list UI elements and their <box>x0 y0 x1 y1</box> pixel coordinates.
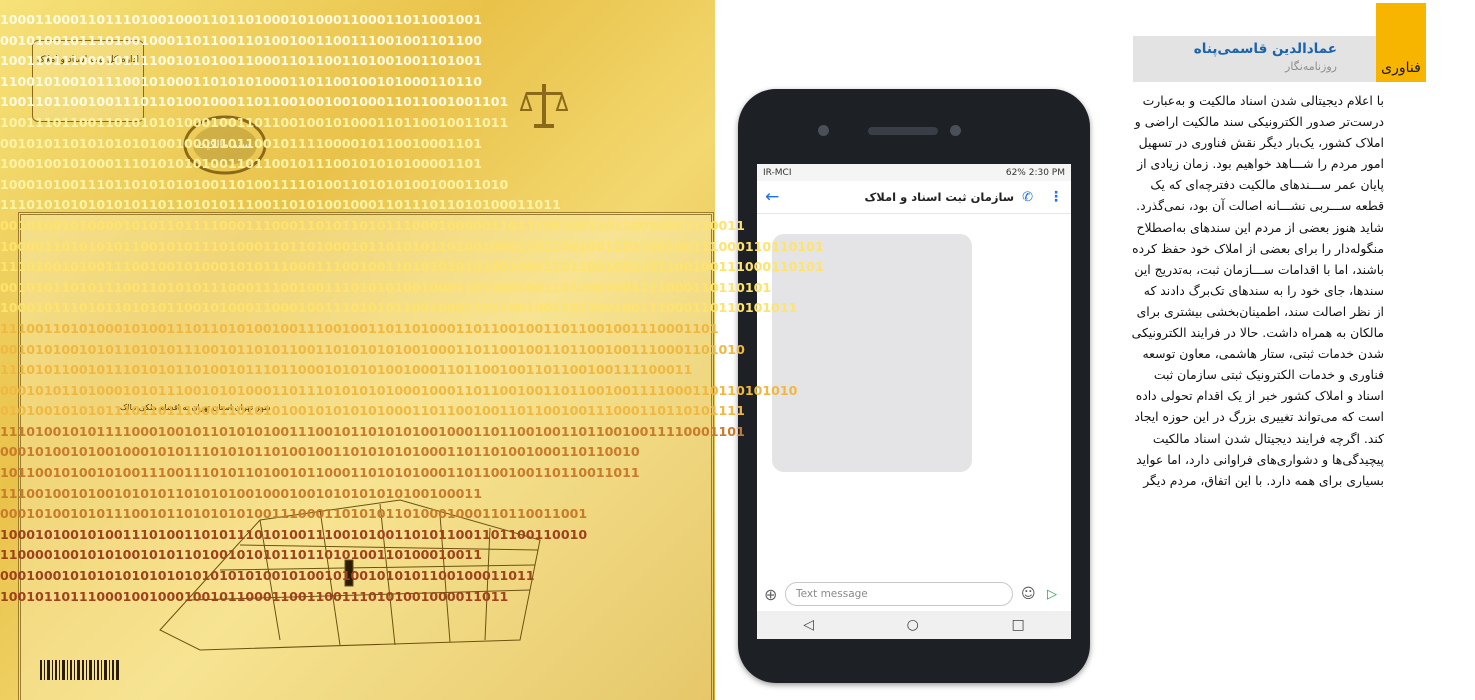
binary-row: 1001110110011010101010001001101100100101… <box>0 114 509 130</box>
binary-row: 1011001010010100111001110101101001011000… <box>0 465 640 481</box>
article-line: شاید هنوز بعضی از مردم این سندهای به‌اصط… <box>1136 219 1385 235</box>
binary-row: 1110011010100010100111011010100100111001… <box>0 320 719 336</box>
article-line: امور مردم را شـــاهد خواهیم بود. زمان زی… <box>1137 156 1384 172</box>
binary-row: 1000101001110110101010100110100111101001… <box>0 176 509 192</box>
section-tag: فناوری <box>1376 3 1426 82</box>
article-line: کند. اگرچه فرایند دیجیتال شدن اسناد مالک… <box>1152 430 1384 446</box>
article-line: پایان عمر ســـندهای مالکیت دفترچه‌ای که … <box>1150 177 1384 193</box>
send-icon[interactable]: ▷ <box>1047 587 1057 602</box>
article-line: مالکان به همراه داشت. حالا در فرایند الک… <box>1131 325 1384 341</box>
binary-row: 0001010010100100010101110101011010010011… <box>0 444 640 460</box>
article-line: سندها، جای خود را به سندهای تک‌برگ دادند… <box>1143 282 1384 298</box>
binary-row: 1000101110101101010110010100011000100111… <box>0 300 798 316</box>
author-name: عمادالدین قاسمی‌پناه <box>1193 41 1337 57</box>
author-role: روزنامه‌نگار <box>1285 60 1337 73</box>
binary-row: 0001010010101110010110101010100111000110… <box>0 506 588 522</box>
binary-row: 1001101110001011110010101001100011011001… <box>0 53 482 69</box>
binary-row: 0010100101110100100011011001101001001100… <box>0 32 482 48</box>
article-line: باشند، اما با اقدامات ســـازمان ثبت، به‌… <box>1134 261 1384 277</box>
article-body: با اعلام دیجیتالی شدن اسناد مالکیت و به‌… <box>1131 90 1385 491</box>
binary-row: 0010101101010101010010001101100101111000… <box>0 135 482 151</box>
back-nav-icon[interactable]: ◁ <box>803 617 814 633</box>
binary-row: 1001101100100111011010010001101100100100… <box>0 94 509 110</box>
binary-row: 1100101001011100101000110101010001101100… <box>0 73 482 89</box>
binary-code-overlay: 1000110001101110100100011011010001010001… <box>0 10 824 607</box>
status-indicators: 62% 2:30 PM <box>1005 167 1065 178</box>
more-options-icon[interactable]: ⋮ <box>1049 189 1063 205</box>
byline-box: فناوری عمادالدین قاسمی‌پناه روزنامه‌نگار <box>1133 3 1426 82</box>
article-line: است که می‌تواند تغییری بزرگ در این حوزه … <box>1134 409 1384 425</box>
binary-row: 1000101001010011101001101011101010011100… <box>0 526 588 542</box>
android-nav-bar: ◁ ○ □ <box>757 611 1071 639</box>
binary-row: 1100001001010100101011010010101011011010… <box>0 547 482 563</box>
article-line: درست‌تر صدور الکترونیکی سند مالکیت اراضی… <box>1134 114 1384 130</box>
binary-row: 0010100101000010101101111000111000110101… <box>0 217 745 233</box>
article-line: بسیاری برای همه دارد. با این اتفاق، مردم… <box>1143 472 1384 488</box>
article-line: با اعلام دیجیتالی شدن اسناد مالکیت و به‌… <box>1142 93 1384 108</box>
binary-row: 1110101010101010110110101011100110101001… <box>0 197 561 213</box>
binary-row: 0001000101010101010101010101010010100101… <box>0 568 535 584</box>
binary-row: 0101001010101110110111000110101010010101… <box>0 403 745 419</box>
emoji-icon[interactable]: ☺ <box>1021 586 1036 602</box>
earpiece-speaker <box>868 127 938 135</box>
binary-row: 1000100101000111010101010011011001011100… <box>0 156 482 172</box>
binary-row: 1000011010101011001010111010001101101000… <box>0 238 824 254</box>
binary-row: 1110100101011110001001011010101001110010… <box>0 423 745 439</box>
article-line: شدن خدمات ثبتی، ستار هاشمی، معاون توسعه <box>1142 346 1385 362</box>
article-line: قطعه ســـربی نشـــانه اصالت آن بود، نمی‌… <box>1136 198 1384 214</box>
article-line: اسناد و املاک کشور خبر از یک اقدام تحولی… <box>1135 388 1384 404</box>
binary-row: 1110010010100101010110101010010001001010… <box>0 485 482 501</box>
binary-row: 0010101101011100110101011100011100100111… <box>0 279 772 295</box>
binary-row: 0010101001010110101011100101101011001101… <box>0 341 745 357</box>
article-line: منگوله‌دار را برای بعضی از املاک خود حفظ… <box>1132 240 1384 256</box>
binary-row: 0001010110100010101110010101000110111010… <box>0 382 798 398</box>
binary-row: 1110100101001110010010100010101110001110… <box>0 259 824 275</box>
binary-row: 1110101100101110101011010010111011000101… <box>0 362 693 378</box>
article-line: فناوری و خدمات الکترونیک ثبتی سازمان ثبت <box>1153 367 1384 383</box>
binary-row: 1001011011100010010001001011000110011001… <box>0 588 509 604</box>
article-line: پیچیدگی‌ها و دشواری‌های فراوانی دارد، ام… <box>1136 451 1384 467</box>
article-line: از نظر اصالت سند، اطمینان‌بخشی بیشتری بر… <box>1136 303 1384 319</box>
binary-row: 1000110001101110100100011011010001010001… <box>0 12 482 27</box>
article-line: املاک کشور، یک‌بار دیگر نقش فناوری در تس… <box>1138 135 1384 151</box>
recents-nav-icon[interactable]: □ <box>1011 617 1024 633</box>
call-icon[interactable]: ✆ <box>1022 190 1033 205</box>
section-tag-label: فناوری <box>1381 60 1421 76</box>
home-nav-icon[interactable]: ○ <box>907 617 919 633</box>
barcode-icon <box>40 660 119 680</box>
sensor-icon <box>950 125 961 136</box>
